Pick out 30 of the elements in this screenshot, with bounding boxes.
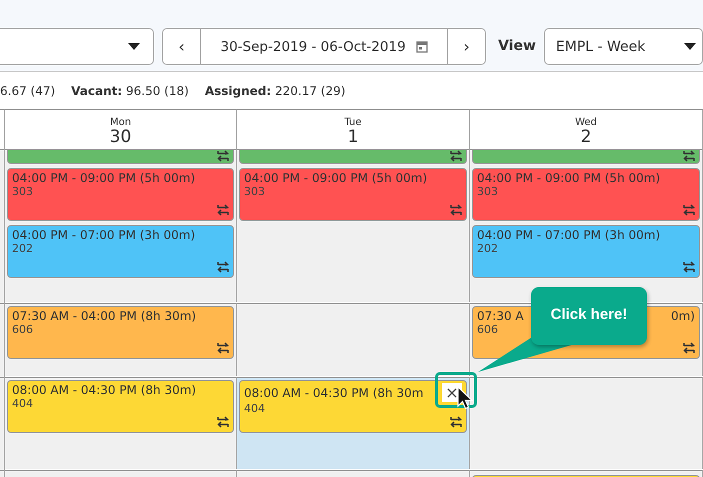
shift-code: 303 — [12, 185, 34, 198]
shift-time: 04:00 PM - 07:00 PM (3h 00m) — [477, 228, 660, 242]
weekday-label: Mon — [110, 117, 132, 128]
shift-time: 04:00 PM - 09:00 PM (5h 00m) — [477, 171, 660, 185]
shift-time: 0m) — [670, 309, 695, 323]
summary-stat: Assigned: 220.17 (29) — [204, 84, 346, 98]
shift-time: 08:00 AM - 04:30 PM (8h 30m — [244, 386, 424, 400]
day-number: 2 — [580, 128, 592, 146]
shift-code: 606 — [477, 323, 499, 336]
view-label: View — [498, 38, 536, 54]
shift-time: 04:00 PM - 07:00 PM (3h 00m) — [12, 228, 196, 242]
summary-stat: 6.67 (47) — [0, 84, 56, 98]
shift-code: 202 — [477, 242, 499, 255]
weekday-label: Tue — [344, 117, 362, 128]
shift-code: 404 — [12, 397, 34, 410]
callout-bubble: Click here! — [531, 287, 647, 345]
shift-time: 07:30 A — [477, 309, 524, 323]
day-number: 30 — [110, 128, 132, 146]
summary-stat: Vacant: 96.50 (18) — [71, 84, 189, 98]
shift-time: 04:00 PM - 09:00 PM (5h 00m) — [12, 171, 196, 185]
shift-time: 08:00 AM - 04:30 PM (8h 30m) — [12, 383, 196, 397]
shift-code: 606 — [12, 323, 34, 336]
shift-code: 303 — [244, 185, 266, 198]
weekday-label: Wed — [575, 117, 597, 128]
shift-time: 07:30 AM - 04:00 PM (8h 30m) — [12, 309, 196, 323]
shift-time: 04:00 PM - 09:00 PM (5h 00m) — [244, 171, 428, 185]
shift-code: 303 — [477, 185, 499, 198]
shift-code: 202 — [12, 242, 34, 255]
day-number: 1 — [348, 128, 358, 146]
shift-code: 404 — [244, 402, 266, 415]
